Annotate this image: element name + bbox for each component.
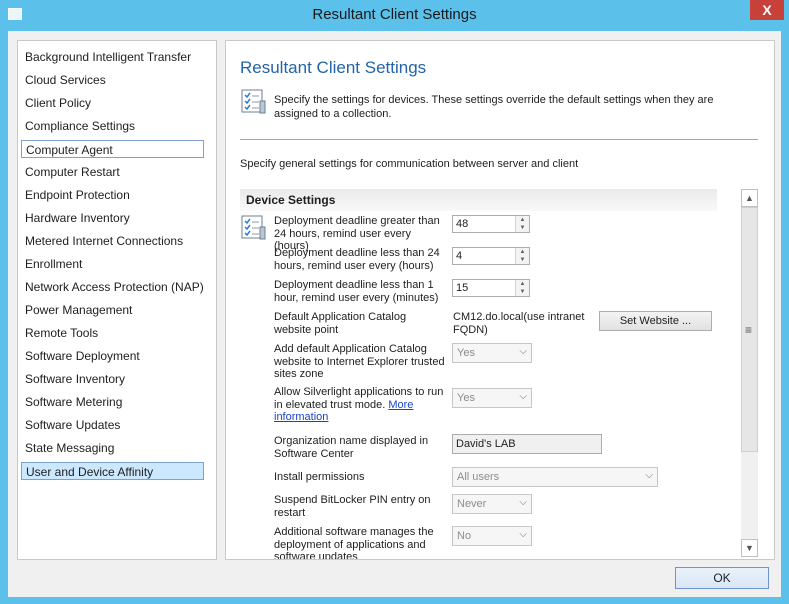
nav-item-background-intelligent-transfer[interactable]: Background Intelligent Transfer — [21, 48, 204, 66]
silverlight-label: Allow Silverlight applications to run in… — [274, 386, 446, 424]
nav-item-computer-agent[interactable]: Computer Agent — [21, 140, 204, 158]
scroll-thumb[interactable]: ≡ — [741, 207, 758, 452]
settings-category-list: Background Intelligent Transfer Cloud Se… — [17, 40, 217, 560]
divider — [240, 139, 758, 140]
install-permissions-label: Install permissions — [274, 471, 365, 483]
nav-item-computer-restart[interactable]: Computer Restart — [21, 163, 204, 181]
nav-item-network-access-protection[interactable]: Network Access Protection (NAP) — [21, 278, 204, 296]
nav-item-power-management[interactable]: Power Management — [21, 301, 204, 319]
spinner-arrows: ▲ ▼ — [515, 280, 529, 296]
set-website-button[interactable]: Set Website ... — [599, 311, 712, 331]
catalog-value: CM12.do.local(use intranet FQDN) — [453, 311, 585, 336]
nav-item-hardware-inventory[interactable]: Hardware Inventory — [21, 209, 204, 227]
nav-item-enrollment[interactable]: Enrollment — [21, 255, 204, 273]
install-permissions-value: All users — [457, 471, 500, 483]
bitlocker-value: Never — [457, 498, 487, 510]
nav-item-software-metering[interactable]: Software Metering — [21, 393, 204, 411]
device-settings-icon — [241, 215, 266, 240]
vertical-scrollbar[interactable]: ▲ ≡ ▼ — [741, 189, 758, 557]
chevron-down-icon: ⌵ — [645, 470, 653, 481]
additional-software-select[interactable]: No ⌵ — [452, 526, 532, 546]
bitlocker-label: Suspend BitLocker PIN entry on restart — [274, 494, 431, 519]
chevron-down-icon: ⌵ — [519, 529, 527, 540]
spinner-arrows: ▲ ▼ — [515, 248, 529, 264]
catalog-label: Default Application Catalog website poin… — [274, 311, 407, 336]
chevron-down-icon: ⌵ — [519, 497, 527, 508]
general-settings-text: Specify general settings for communicati… — [240, 158, 579, 170]
deadline-lt1-value: 15 — [456, 282, 469, 294]
deadline-lt24-label: Deployment deadline less than 24 hours, … — [274, 247, 440, 272]
silverlight-label-text: Allow Silverlight applications to run in… — [274, 386, 444, 411]
spin-down-icon[interactable]: ▼ — [516, 256, 529, 264]
nav-item-metered-internet-connections[interactable]: Metered Internet Connections — [21, 232, 204, 250]
nav-item-client-policy[interactable]: Client Policy — [21, 94, 204, 112]
additional-software-value: No — [457, 530, 472, 542]
scroll-up-icon[interactable]: ▲ — [741, 189, 758, 207]
deadline-gt24-value: 48 — [456, 218, 469, 230]
add-trusted-select[interactable]: Yes ⌵ — [452, 343, 532, 363]
install-permissions-select[interactable]: All users ⌵ — [452, 467, 658, 487]
nav-item-compliance-settings[interactable]: Compliance Settings — [21, 117, 204, 135]
silverlight-select[interactable]: Yes ⌵ — [452, 388, 532, 408]
ok-button[interactable]: OK — [675, 567, 769, 589]
silverlight-value: Yes — [457, 392, 475, 404]
window-title: Resultant Client Settings — [312, 6, 477, 23]
chevron-down-icon: ⌵ — [519, 346, 527, 357]
org-name-field[interactable]: David's LAB — [452, 434, 602, 454]
nav-item-cloud-services[interactable]: Cloud Services — [21, 71, 204, 89]
spin-down-icon[interactable]: ▼ — [516, 288, 529, 296]
add-trusted-label: Add default Application Catalog website … — [274, 343, 445, 380]
page-title: Resultant Client Settings — [240, 58, 427, 77]
deadline-lt1-label: Deployment deadline less than 1 hour, re… — [274, 279, 439, 304]
nav-item-software-deployment[interactable]: Software Deployment — [21, 347, 204, 365]
dialog-body: Background Intelligent Transfer Cloud Se… — [8, 31, 781, 597]
grip-icon: ≡ — [745, 323, 753, 337]
nav-item-user-and-device-affinity[interactable]: User and Device Affinity — [21, 462, 204, 480]
additional-software-label: Additional software manages the deployme… — [274, 526, 434, 560]
settings-panel: Resultant Client Settings Specify the se… — [225, 40, 775, 560]
nav-item-software-updates[interactable]: Software Updates — [21, 416, 204, 434]
bitlocker-select[interactable]: Never ⌵ — [452, 494, 532, 514]
device-settings-header: Device Settings — [240, 189, 717, 211]
nav-item-endpoint-protection[interactable]: Endpoint Protection — [21, 186, 204, 204]
nav-item-state-messaging[interactable]: State Messaging — [21, 439, 204, 457]
nav-item-software-inventory[interactable]: Software Inventory — [21, 370, 204, 388]
add-trusted-value: Yes — [457, 347, 475, 359]
deadline-lt24-value: 4 — [456, 250, 463, 262]
settings-checklist-icon — [241, 89, 266, 114]
scroll-down-icon[interactable]: ▼ — [741, 539, 758, 557]
page-description: Specify the settings for devices. These … — [274, 94, 714, 120]
spinner-arrows: ▲ ▼ — [515, 216, 529, 232]
chevron-down-icon: ⌵ — [519, 391, 527, 402]
title-bar: Resultant Client Settings X — [0, 0, 789, 30]
org-label: Organization name displayed in Software … — [274, 435, 429, 460]
nav-item-remote-tools[interactable]: Remote Tools — [21, 324, 204, 342]
close-button[interactable]: X — [750, 0, 784, 20]
deadline-gt24-spinner[interactable]: 48 ▲ ▼ — [452, 215, 530, 233]
deadline-lt24-spinner[interactable]: 4 ▲ ▼ — [452, 247, 530, 265]
org-name-value: David's LAB — [456, 438, 516, 450]
spin-down-icon[interactable]: ▼ — [516, 224, 529, 232]
deadline-lt1-spinner[interactable]: 15 ▲ ▼ — [452, 279, 530, 297]
